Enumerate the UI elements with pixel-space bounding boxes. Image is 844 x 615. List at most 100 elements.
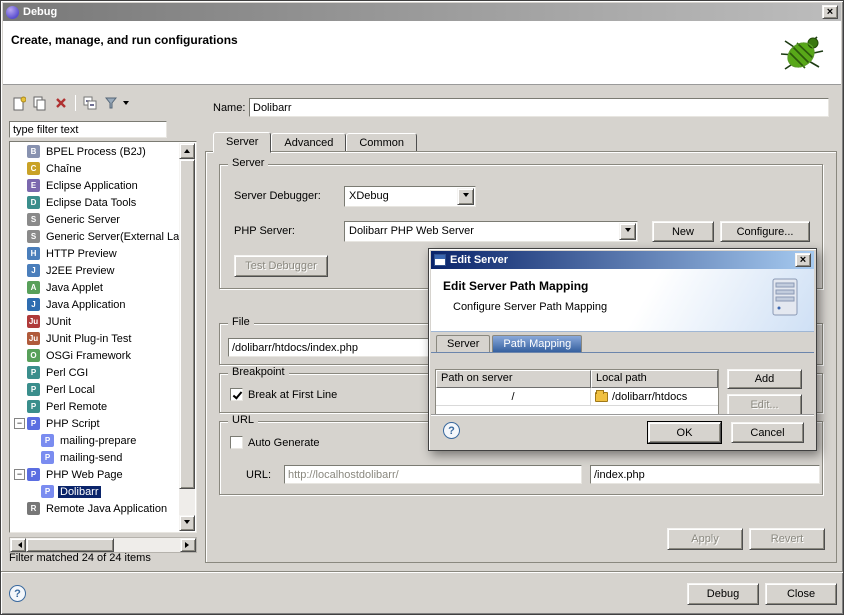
datatools-icon: D: [27, 196, 40, 209]
configure-server-button[interactable]: Configure...: [720, 221, 810, 242]
new-server-button[interactable]: New: [652, 221, 714, 242]
tree-item-j2ee-preview[interactable]: JJ2EE Preview: [11, 262, 179, 279]
tree-item-dolibarr[interactable]: PDolibarr: [11, 483, 179, 500]
tree-item-perl-local[interactable]: PPerl Local: [11, 381, 179, 398]
filter-field-wrap: [9, 121, 167, 138]
path-mapping-table: Path on server Local path //dolibarr/htd…: [435, 369, 719, 414]
toolbar-menu-chevron-icon[interactable]: [123, 101, 129, 108]
scroll-down-icon[interactable]: [179, 515, 195, 531]
new-config-icon[interactable]: [10, 94, 28, 112]
dialog-help-button[interactable]: ?: [443, 422, 460, 439]
toolbar-separator: [75, 95, 76, 111]
tab-advanced[interactable]: Advanced: [271, 133, 346, 152]
scroll-right-icon[interactable]: [180, 538, 196, 552]
horizontal-scroll-thumb[interactable]: [26, 538, 114, 552]
php-file-icon: P: [41, 485, 54, 498]
scroll-left-icon[interactable]: [10, 538, 26, 552]
tree-item-junit[interactable]: JuJUnit: [11, 313, 179, 330]
cancel-button[interactable]: Cancel: [731, 422, 804, 443]
help-button[interactable]: ?: [9, 585, 26, 602]
tree-item-perl-remote[interactable]: PPerl Remote: [11, 398, 179, 415]
tree-item-php-web-page[interactable]: −PPHP Web Page: [11, 466, 179, 483]
bpel-icon: B: [27, 145, 40, 158]
file-group-title: File: [228, 316, 254, 328]
folder-icon: [595, 392, 608, 402]
test-debugger-button[interactable]: Test Debugger: [234, 255, 328, 277]
tree-item-generic-server[interactable]: SGeneric Server: [11, 211, 179, 228]
dialog-tab-path-mapping[interactable]: Path Mapping: [492, 335, 582, 352]
debug-button[interactable]: Debug: [687, 583, 759, 605]
vertical-scroll-thumb[interactable]: [179, 159, 195, 489]
tree-item-java-application[interactable]: JJava Application: [11, 296, 179, 313]
tree-item-java-applet[interactable]: AJava Applet: [11, 279, 179, 296]
tree-item-label: Perl Local: [44, 384, 97, 396]
chevron-down-icon[interactable]: [457, 188, 474, 205]
tree-item-generic-server-external-la[interactable]: SGeneric Server(External La: [11, 228, 179, 245]
tree-item-mailing-send[interactable]: Pmailing-send: [11, 449, 179, 466]
tree-item-cha-ne[interactable]: CChaîne: [11, 160, 179, 177]
name-field-wrap: [249, 98, 829, 117]
tree-item-label: Generic Server(External La: [44, 231, 179, 243]
url-path-input[interactable]: [591, 466, 819, 483]
apply-button[interactable]: Apply: [667, 528, 743, 550]
tree-item-mailing-prepare[interactable]: Pmailing-prepare: [11, 432, 179, 449]
path-on-server-header[interactable]: Path on server: [436, 370, 591, 388]
url-label: URL:: [246, 469, 271, 481]
add-mapping-button[interactable]: Add: [727, 369, 802, 389]
auto-generate-checkbox[interactable]: [230, 436, 243, 449]
mapping-table-rows: //dolibarr/htdocs: [436, 388, 718, 406]
php-server-select[interactable]: Dolibarr PHP Web Server: [344, 221, 638, 242]
local-path-cell: /dolibarr/htdocs: [591, 388, 718, 405]
collapse-all-icon[interactable]: [81, 94, 99, 112]
filter-icon[interactable]: [102, 94, 120, 112]
tree-item-perl-cgi[interactable]: PPerl CGI: [11, 364, 179, 381]
tree-item-eclipse-data-tools[interactable]: DEclipse Data Tools: [11, 194, 179, 211]
tree-horizontal-scrollbar[interactable]: [9, 537, 197, 553]
expander-spacer: [14, 350, 25, 361]
tree-item-eclipse-application[interactable]: EEclipse Application: [11, 177, 179, 194]
collapse-toggle-icon[interactable]: −: [14, 469, 25, 480]
tree-item-junit-plug-in-test[interactable]: JuJUnit Plug-in Test: [11, 330, 179, 347]
dialog-tab-server[interactable]: Server: [436, 335, 490, 352]
revert-button[interactable]: Revert: [749, 528, 825, 550]
server-debugger-select[interactable]: XDebug: [344, 186, 476, 207]
expander-spacer: [14, 333, 25, 344]
php-icon: P: [27, 417, 40, 430]
tab-server[interactable]: Server: [213, 132, 271, 153]
filter-input[interactable]: [10, 122, 166, 137]
close-button[interactable]: Close: [765, 583, 837, 605]
tree-item-http-preview[interactable]: HHTTP Preview: [11, 245, 179, 262]
mapping-row[interactable]: //dolibarr/htdocs: [436, 388, 718, 406]
expander-spacer: [14, 231, 25, 242]
auto-generate-row: Auto Generate: [230, 436, 320, 449]
tree-vertical-scrollbar[interactable]: [179, 143, 195, 531]
title-bar[interactable]: Debug ×: [3, 3, 841, 21]
filter-status: Filter matched 24 of 24 items: [9, 552, 151, 564]
dialog-title-bar[interactable]: Edit Server ×: [431, 251, 814, 269]
tree-item-remote-java-application[interactable]: RRemote Java Application: [11, 500, 179, 517]
break-first-line-checkbox[interactable]: [230, 388, 243, 401]
name-input[interactable]: [250, 99, 828, 116]
edit-mapping-button[interactable]: Edit...: [727, 394, 802, 414]
tree-item-label: Perl CGI: [44, 367, 90, 379]
tree-item-label: J2EE Preview: [44, 265, 116, 277]
duplicate-icon[interactable]: [31, 94, 49, 112]
expander-spacer: [14, 248, 25, 259]
collapse-toggle-icon[interactable]: −: [14, 418, 25, 429]
scroll-up-icon[interactable]: [179, 143, 195, 159]
delete-icon[interactable]: [52, 94, 70, 112]
close-icon[interactable]: ×: [822, 5, 838, 19]
dialog-heading: Edit Server Path Mapping: [443, 279, 588, 293]
ok-button[interactable]: OK: [648, 422, 721, 443]
url-base-input[interactable]: [285, 466, 581, 483]
chevron-down-icon[interactable]: [619, 223, 636, 240]
tree-item-bpel-process-b2j[interactable]: BBPEL Process (B2J): [11, 143, 179, 160]
server-debugger-value: XDebug: [349, 190, 455, 202]
local-path-header[interactable]: Local path: [591, 370, 718, 388]
tree-item-php-script[interactable]: −PPHP Script: [11, 415, 179, 432]
tab-common[interactable]: Common: [346, 133, 417, 152]
config-tabs: Server Advanced Common: [213, 131, 417, 152]
dialog-close-icon[interactable]: ×: [795, 253, 811, 267]
tree-item-osgi-framework[interactable]: OOSGi Framework: [11, 347, 179, 364]
junit-plugin-icon: Ju: [27, 332, 40, 345]
